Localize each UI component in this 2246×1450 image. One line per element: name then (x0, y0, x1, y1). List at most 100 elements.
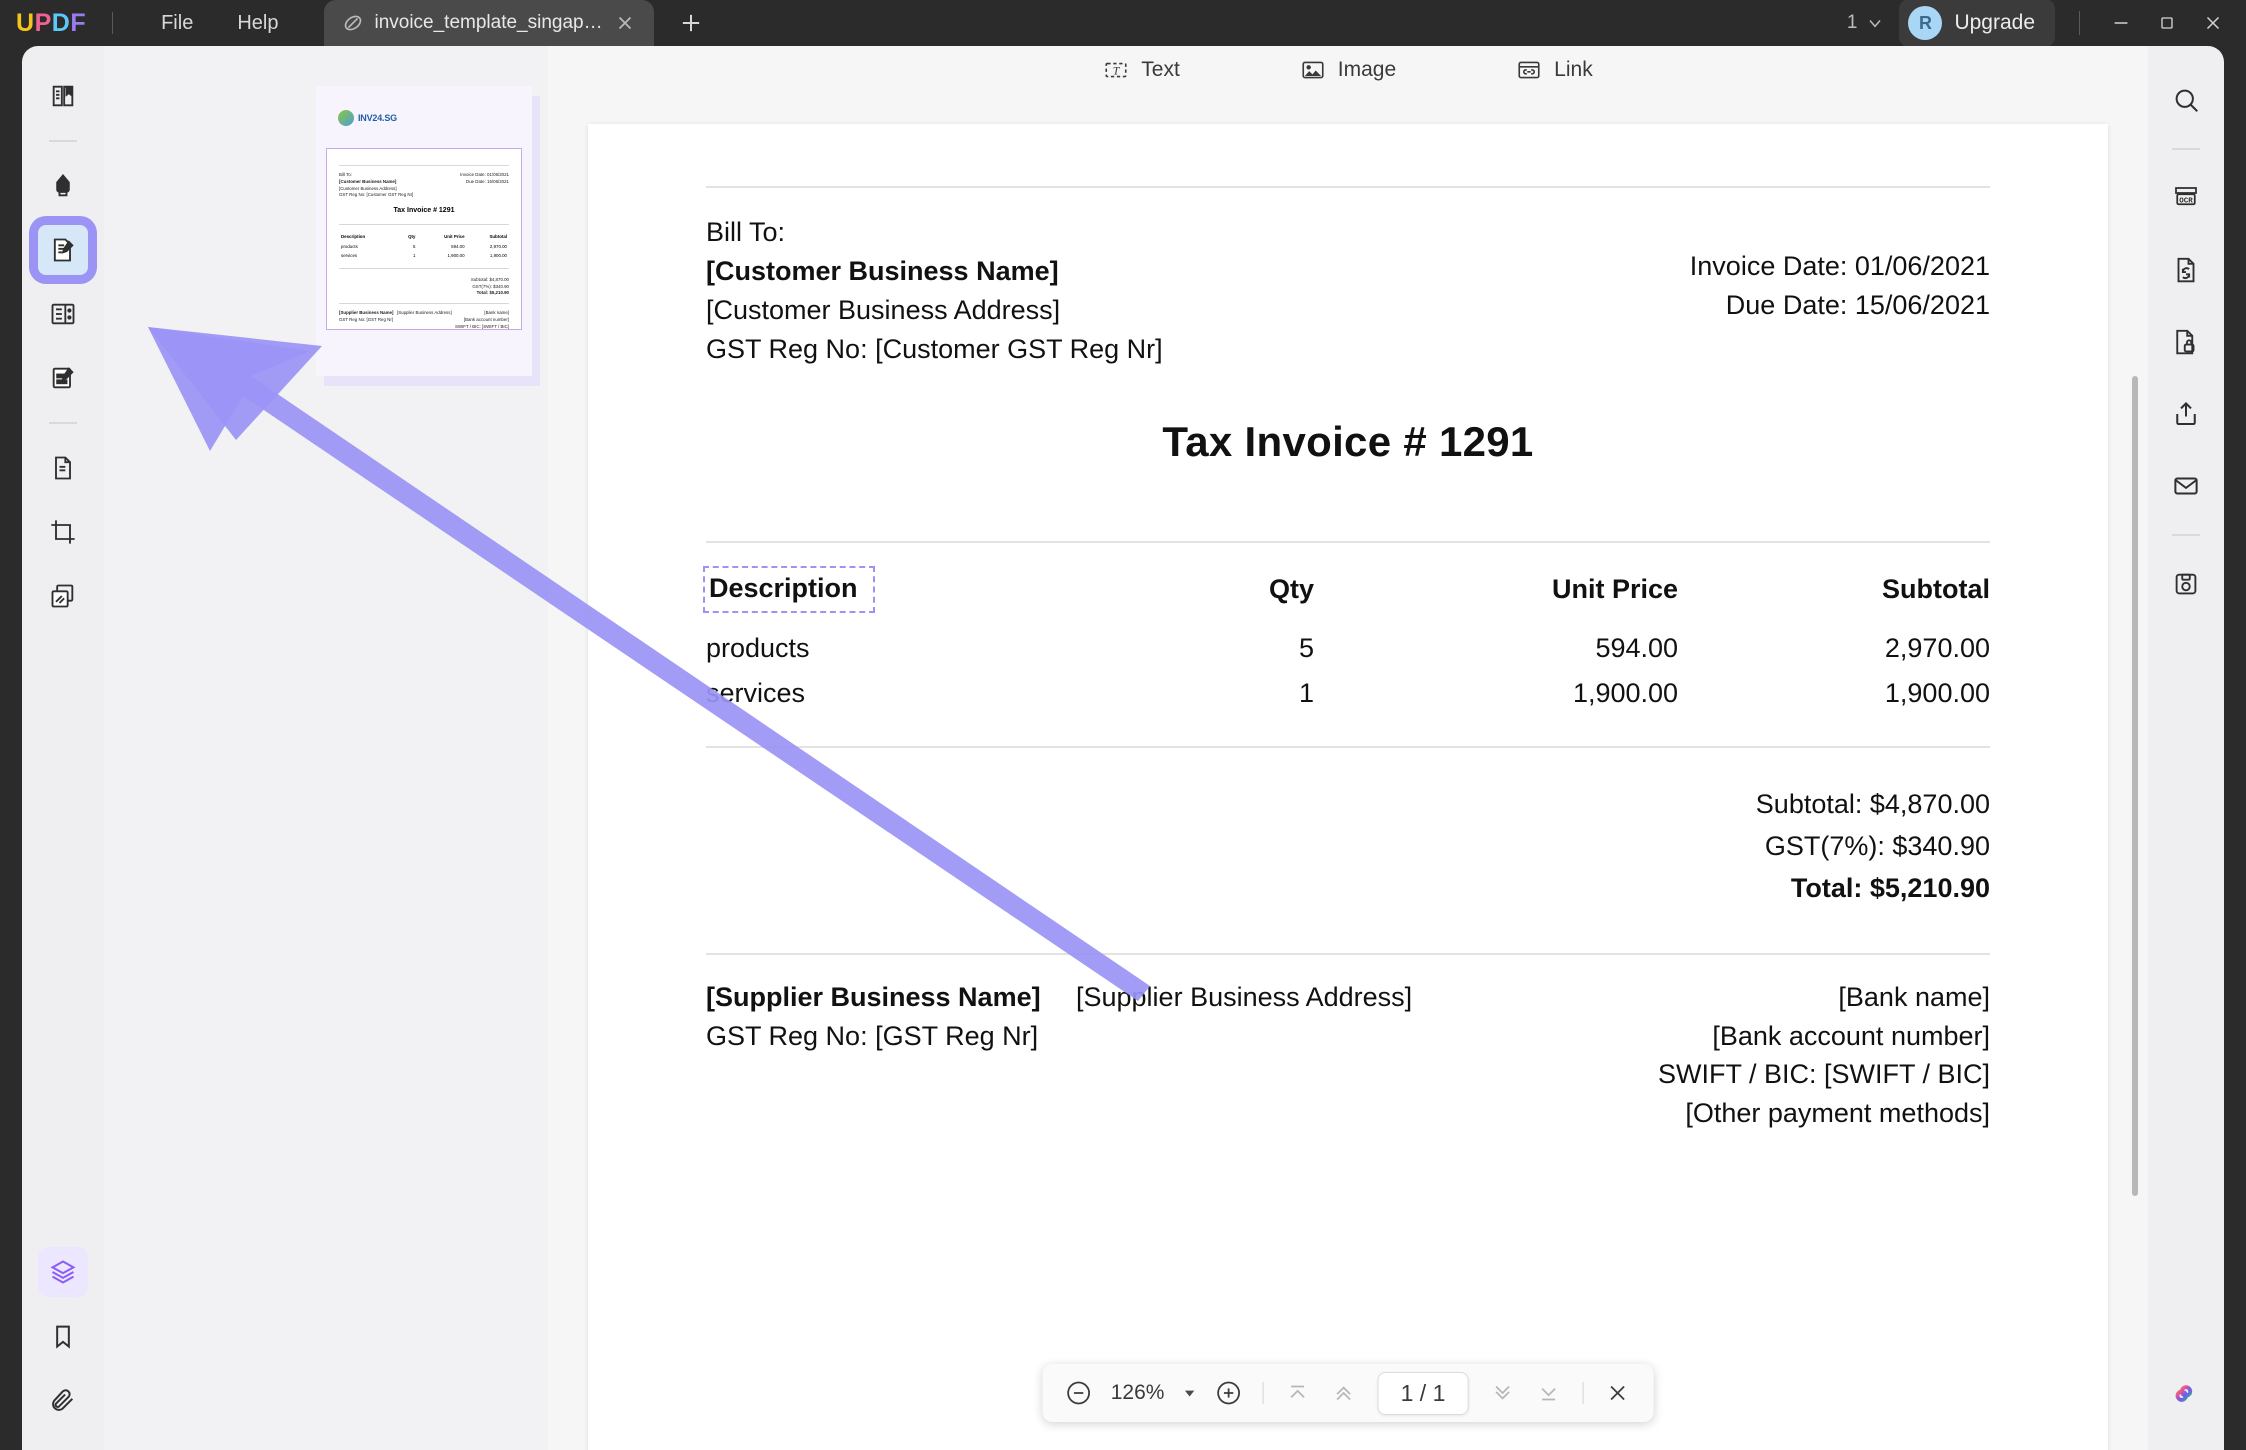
maximize-icon[interactable] (2144, 0, 2190, 46)
cell-unit-price[interactable]: 594.00 (1314, 626, 1678, 671)
cell-description[interactable]: services (706, 671, 1184, 716)
envelope-icon (2171, 471, 2201, 501)
sidebar-item-page-organize[interactable] (38, 289, 88, 339)
invoice-title[interactable]: Tax Invoice # 1291 (706, 416, 1990, 467)
thumbnail-subtotal: Subtotal: $4,870.00 (470, 276, 509, 282)
divider (339, 224, 509, 226)
supplier-name[interactable]: [Supplier Business Name] (706, 981, 1076, 1014)
zoom-dropdown-button[interactable] (1177, 1386, 1203, 1400)
first-page-button[interactable] (1278, 1373, 1318, 1413)
right-item-protect[interactable] (2162, 318, 2210, 366)
page-thumbnail-1[interactable]: INV24.SG Bill To: [Customer Business Nam… (316, 86, 532, 376)
logo-letter-p: P (34, 8, 52, 37)
bank-name[interactable]: [Bank name] (1658, 981, 1990, 1014)
thumbnail-supplier-block: [Supplier Business Name] GST Reg No: [GS… (339, 310, 397, 329)
document-tab[interactable]: invoice_template_singapore (324, 0, 655, 46)
upgrade-button[interactable]: R Upgrade (1899, 0, 2055, 47)
column-header-description[interactable]: Description (703, 557, 1184, 626)
right-item-ocr[interactable]: OCR (2162, 174, 2210, 222)
right-item-search[interactable] (2162, 76, 2210, 124)
cell-qty[interactable]: 1 (1184, 671, 1314, 716)
sidebar-item-crop[interactable] (38, 507, 88, 557)
document-scrollbar[interactable] (2132, 376, 2138, 1196)
ai-assistant-button[interactable] (2162, 1370, 2210, 1418)
paperclip-icon (49, 1386, 77, 1414)
customer-gst[interactable]: GST Reg No: [Customer GST Reg Nr] (706, 333, 1163, 366)
page-indicator[interactable]: 1 / 1 (1377, 1371, 1469, 1415)
supplier-gst[interactable]: GST Reg No: [GST Reg Nr] (706, 1020, 1076, 1053)
cell-unit-price[interactable]: 1,900.00 (1314, 671, 1678, 716)
column-header-subtotal[interactable]: Subtotal (1678, 557, 1990, 626)
menu-file[interactable]: File (139, 6, 215, 41)
subtotal-amount[interactable]: Subtotal: $4,870.00 (706, 788, 1990, 821)
next-page-button[interactable] (1482, 1373, 1522, 1413)
sidebar-item-reader-mode[interactable] (38, 71, 88, 121)
new-tab-button[interactable] (676, 8, 706, 38)
thumbnail-customer-address: [Customer Business Address] (339, 185, 397, 191)
pdf-page[interactable]: Bill To: [Customer Business Name] [Custo… (588, 124, 2108, 1450)
cell-qty[interactable]: 5 (1184, 626, 1314, 671)
column-header-qty[interactable]: Qty (1184, 557, 1314, 626)
zoom-out-button[interactable] (1059, 1373, 1099, 1413)
customer-name[interactable]: [Customer Business Name] (706, 255, 1163, 288)
thumbnail-bank-name: [Bank name] (484, 310, 509, 316)
gst-amount[interactable]: GST(7%): $340.90 (706, 830, 1990, 863)
right-item-share[interactable] (2162, 390, 2210, 438)
invoice-date[interactable]: Invoice Date: 01/06/2021 (1690, 250, 1990, 283)
cell-subtotal[interactable]: 1,900.00 (1678, 671, 1990, 716)
toolbar-image-button[interactable]: Image (1288, 49, 1408, 91)
sidebar-item-layers[interactable] (38, 1247, 88, 1297)
other-payment-methods[interactable]: [Other payment methods] (1658, 1097, 1990, 1130)
prev-page-button[interactable] (1324, 1373, 1364, 1413)
cell-description[interactable]: products (706, 626, 1184, 671)
image-icon (1300, 57, 1326, 83)
share-upload-icon (2171, 399, 2201, 429)
toolbar-link-button[interactable]: Link (1504, 49, 1605, 91)
bank-account-number[interactable]: [Bank account number] (1658, 1020, 1990, 1053)
toolbar-text-button[interactable]: T Text (1091, 49, 1192, 91)
zoom-level-value[interactable]: 126% (1105, 1381, 1171, 1405)
invoice-totals: Subtotal: $4,870.00 GST(7%): $340.90 Tot… (706, 788, 1990, 905)
supplier-block: [Supplier Business Name] GST Reg No: [GS… (706, 981, 1076, 1137)
supplier-address[interactable]: [Supplier Business Address] (1076, 981, 1658, 1137)
thumbnail-billto-row: Bill To: [Customer Business Name] [Custo… (339, 172, 509, 199)
window-count-dropdown[interactable]: 1 (1847, 12, 1886, 34)
menu-help[interactable]: Help (215, 6, 300, 41)
toolbar-text-label: Text (1141, 58, 1180, 81)
left-rail-bottom-group (38, 1240, 88, 1450)
sidebar-item-form-fill[interactable] (38, 353, 88, 403)
sidebar-item-attachments[interactable] (38, 1375, 88, 1425)
right-item-convert-file[interactable] (2162, 246, 2210, 294)
thumbnail-document-body: Bill To: [Customer Business Name] [Custo… (326, 148, 522, 330)
sidebar-item-compare[interactable] (38, 571, 88, 621)
sidebar-item-bookmarks[interactable] (38, 1311, 88, 1361)
close-icon[interactable] (614, 12, 636, 34)
divider (706, 952, 1990, 955)
sidebar-item-convert[interactable] (38, 443, 88, 493)
zoom-in-button[interactable] (1209, 1373, 1249, 1413)
description-header-selection[interactable]: Description (703, 565, 875, 613)
zoom-toolbar: 126% 1 / 1 (1042, 1364, 1654, 1422)
thumbnail-billto-block: Bill To: [Customer Business Name] [Custo… (339, 172, 460, 199)
total-amount[interactable]: Total: $5,210.90 (706, 872, 1990, 905)
table-row: services 1 1,900.00 1,900.00 (706, 671, 1990, 716)
right-item-email[interactable] (2162, 462, 2210, 510)
upgrade-label: Upgrade (1954, 11, 2035, 34)
minimize-icon[interactable] (2098, 0, 2144, 46)
close-zoom-toolbar-button[interactable] (1597, 1373, 1637, 1413)
svg-text:T: T (1113, 63, 1121, 77)
sidebar-item-annotate[interactable] (38, 161, 88, 211)
column-header-unit-price[interactable]: Unit Price (1314, 557, 1678, 626)
last-page-button[interactable] (1528, 1373, 1568, 1413)
sidebar-item-edit-pdf[interactable] (38, 225, 88, 275)
due-date[interactable]: Due Date: 15/06/2021 (1690, 289, 1990, 322)
customer-address[interactable]: [Customer Business Address] (706, 294, 1163, 327)
close-icon[interactable] (2190, 0, 2236, 46)
right-item-save-as[interactable] (2162, 560, 2210, 608)
main-shell: INV24.SG Bill To: [Customer Business Nam… (0, 46, 2246, 1450)
cell-subtotal[interactable]: 2,970.00 (1678, 626, 1990, 671)
updf-window: U P D F File Help invoice_template_singa… (0, 0, 2246, 1450)
divider (2172, 148, 2200, 150)
thumbnail-swift: SWIFT / BIC: [SWIFT / BIC] (455, 323, 509, 329)
swift-bic[interactable]: SWIFT / BIC: [SWIFT / BIC] (1658, 1058, 1990, 1091)
